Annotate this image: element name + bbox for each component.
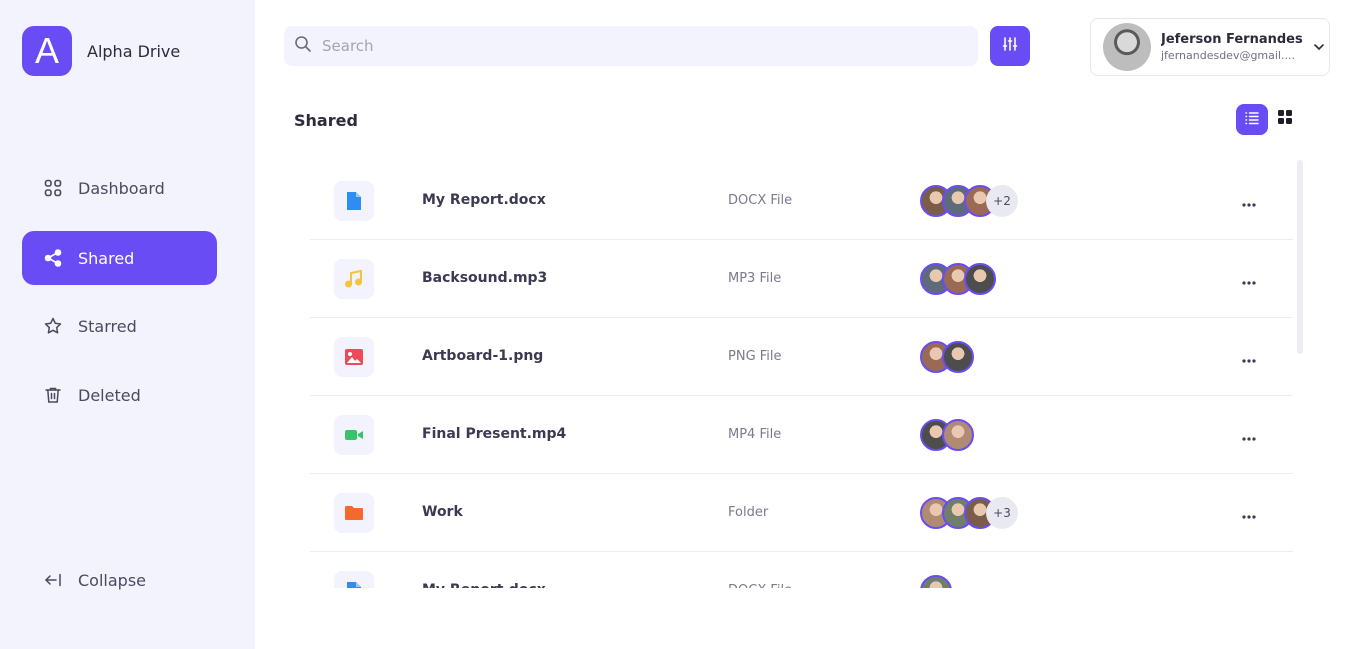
sidebar-item-label: Starred	[78, 316, 137, 336]
file-name: Final Present.mp4	[422, 426, 567, 442]
more-options-button[interactable]	[1239, 193, 1259, 209]
music-icon	[334, 259, 374, 299]
collaborator-avatars	[920, 263, 996, 295]
brand-name: Alpha Drive	[87, 41, 181, 61]
more-horizontal-icon	[1242, 192, 1256, 211]
more-collaborators-badge: +3	[986, 497, 1018, 529]
more-options-button[interactable]	[1239, 349, 1259, 365]
more-options-button[interactable]	[1239, 271, 1259, 287]
sidebar-item-dashboard[interactable]: Dashboard	[22, 161, 217, 215]
chevron-down-icon	[1313, 38, 1325, 57]
sidebar: A Alpha Drive Dashboard Shared Starred D…	[0, 0, 255, 649]
user-email: jfernandesdev@gmail....	[1161, 49, 1295, 62]
image-icon	[334, 337, 374, 377]
sidebar-item-label: Deleted	[78, 385, 141, 405]
sidebar-item-starred[interactable]: Starred	[22, 299, 217, 353]
user-info: Jeferson Fernandes jfernandesdev@gmail..…	[1161, 32, 1307, 62]
table-row[interactable]: Backsound.mp3 MP3 File	[310, 240, 1293, 318]
collaborator-avatars: +3	[920, 497, 1018, 529]
more-horizontal-icon	[1242, 426, 1256, 445]
trash-icon	[44, 386, 62, 404]
avatar	[942, 341, 974, 373]
file-type: Folder	[728, 505, 769, 520]
avatar	[964, 263, 996, 295]
user-menu[interactable]: Jeferson Fernandes jfernandesdev@gmail..…	[1090, 18, 1330, 76]
more-collaborators-badge: +2	[986, 185, 1018, 217]
more-horizontal-icon	[1242, 582, 1256, 589]
table-row[interactable]: My Report.docx DOCX File +2	[310, 162, 1293, 240]
more-horizontal-icon	[1242, 270, 1256, 289]
file-type: DOCX File	[728, 583, 792, 588]
collaborator-avatars	[920, 341, 974, 373]
avatar	[942, 419, 974, 451]
collapse-button[interactable]: Collapse	[22, 560, 217, 600]
file-type: DOCX File	[728, 193, 793, 208]
share-icon	[44, 249, 62, 267]
search-icon	[294, 35, 312, 57]
table-row[interactable]: Artboard-1.png PNG File	[310, 318, 1293, 396]
file-name: Artboard-1.png	[422, 348, 544, 364]
folder-icon	[334, 493, 374, 533]
file-name: Backsound.mp3	[422, 270, 548, 286]
video-icon	[334, 415, 374, 455]
file-type: PNG File	[728, 349, 782, 364]
sidebar-item-deleted[interactable]: Deleted	[22, 368, 217, 422]
document-icon	[334, 181, 374, 221]
list-view-button[interactable]	[1236, 104, 1268, 135]
sidebar-item-label: Dashboard	[78, 178, 165, 198]
avatar	[1103, 23, 1151, 71]
table-row[interactable]: Final Present.mp4 MP4 File	[310, 396, 1293, 474]
page-title: Shared	[294, 111, 358, 130]
file-name: My Report.docx	[422, 192, 546, 208]
filter-icon	[1002, 36, 1018, 56]
user-name: Jeferson Fernandes	[1161, 32, 1303, 47]
collaborator-avatars	[920, 419, 974, 451]
file-type: MP3 File	[728, 271, 782, 286]
brand[interactable]: A Alpha Drive	[22, 26, 180, 76]
more-options-button[interactable]	[1239, 583, 1259, 588]
sidebar-item-shared[interactable]: Shared	[22, 231, 217, 285]
grid-icon	[44, 179, 62, 197]
more-options-button[interactable]	[1239, 505, 1259, 521]
file-name: Work	[422, 504, 463, 520]
sidebar-item-label: Shared	[78, 248, 135, 268]
search-input[interactable]	[322, 37, 922, 55]
collapse-icon	[44, 571, 62, 589]
table-row[interactable]: My Report.docx DOCX File	[310, 552, 1293, 588]
scrollbar[interactable]	[1297, 160, 1303, 354]
grid-view-button[interactable]	[1274, 108, 1296, 130]
table-row[interactable]: Work Folder +3	[310, 474, 1293, 552]
file-list: My Report.docx DOCX File +2 Backsound.mp…	[310, 162, 1293, 588]
file-name: My Report.docx	[422, 582, 546, 588]
more-horizontal-icon	[1242, 504, 1256, 523]
file-type: MP4 File	[728, 427, 782, 442]
search-bar[interactable]	[284, 26, 978, 66]
grid-view-icon	[1277, 109, 1293, 129]
avatar	[920, 575, 952, 588]
collapse-label: Collapse	[78, 570, 146, 590]
more-options-button[interactable]	[1239, 427, 1259, 443]
list-icon	[1244, 110, 1260, 130]
collaborator-avatars: +2	[920, 185, 1018, 217]
brand-logo: A	[22, 26, 72, 76]
collaborator-avatars	[920, 575, 952, 588]
more-horizontal-icon	[1242, 348, 1256, 367]
filter-button[interactable]	[990, 26, 1030, 66]
document-icon	[334, 571, 374, 588]
star-icon	[44, 317, 62, 335]
